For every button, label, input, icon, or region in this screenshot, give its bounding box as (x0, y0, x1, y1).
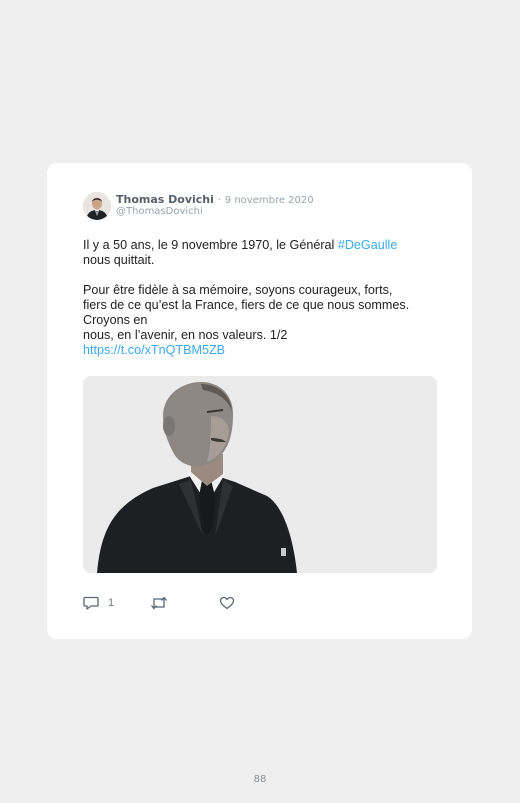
avatar[interactable] (83, 192, 111, 220)
text-line-6: nous, en l’avenir, en nos valeurs. 1/2 (83, 328, 288, 342)
author-line: Thomas Dovichi · 9 novembre 2020 (116, 193, 314, 206)
text-line-4: fiers de ce qu’est la France, fiers de c… (83, 298, 410, 312)
heart-icon (219, 596, 235, 610)
separator: · (217, 195, 221, 206)
text-line-2: nous quittait. (83, 253, 155, 267)
retweet-button[interactable] (150, 595, 168, 611)
author-handle[interactable]: @ThomasDovichi (116, 206, 203, 217)
hashtag-link[interactable]: #DeGaulle (338, 238, 398, 252)
reply-icon (83, 596, 99, 610)
tweet-photo[interactable] (83, 376, 437, 573)
url-link[interactable]: https://t.co/xTnQTBM5ZB (83, 343, 443, 358)
author-name[interactable]: Thomas Dovichi (116, 193, 214, 206)
page-number: 88 (253, 774, 267, 785)
text-line-1-start: Il y a 50 ans, le 9 novembre 1970, le Gé… (83, 238, 338, 252)
text-line-3: Pour être fidèle à sa mémoire, soyons co… (83, 283, 393, 297)
tweet-actions: 1 (83, 595, 283, 611)
reply-button[interactable]: 1 (83, 595, 114, 611)
tweet-text: Il y a 50 ans, le 9 novembre 1970, le Gé… (83, 238, 443, 358)
text-line-5: Croyons en (83, 313, 148, 327)
reply-count: 1 (108, 597, 115, 609)
tweet-date[interactable]: 9 novembre 2020 (225, 195, 314, 206)
like-button[interactable] (219, 595, 235, 611)
text-line-1: Il y a 50 ans, le 9 novembre 1970, le Gé… (83, 238, 443, 253)
retweet-icon (151, 596, 167, 610)
tweet-card: Thomas Dovichi · 9 novembre 2020 @Thomas… (47, 163, 472, 639)
